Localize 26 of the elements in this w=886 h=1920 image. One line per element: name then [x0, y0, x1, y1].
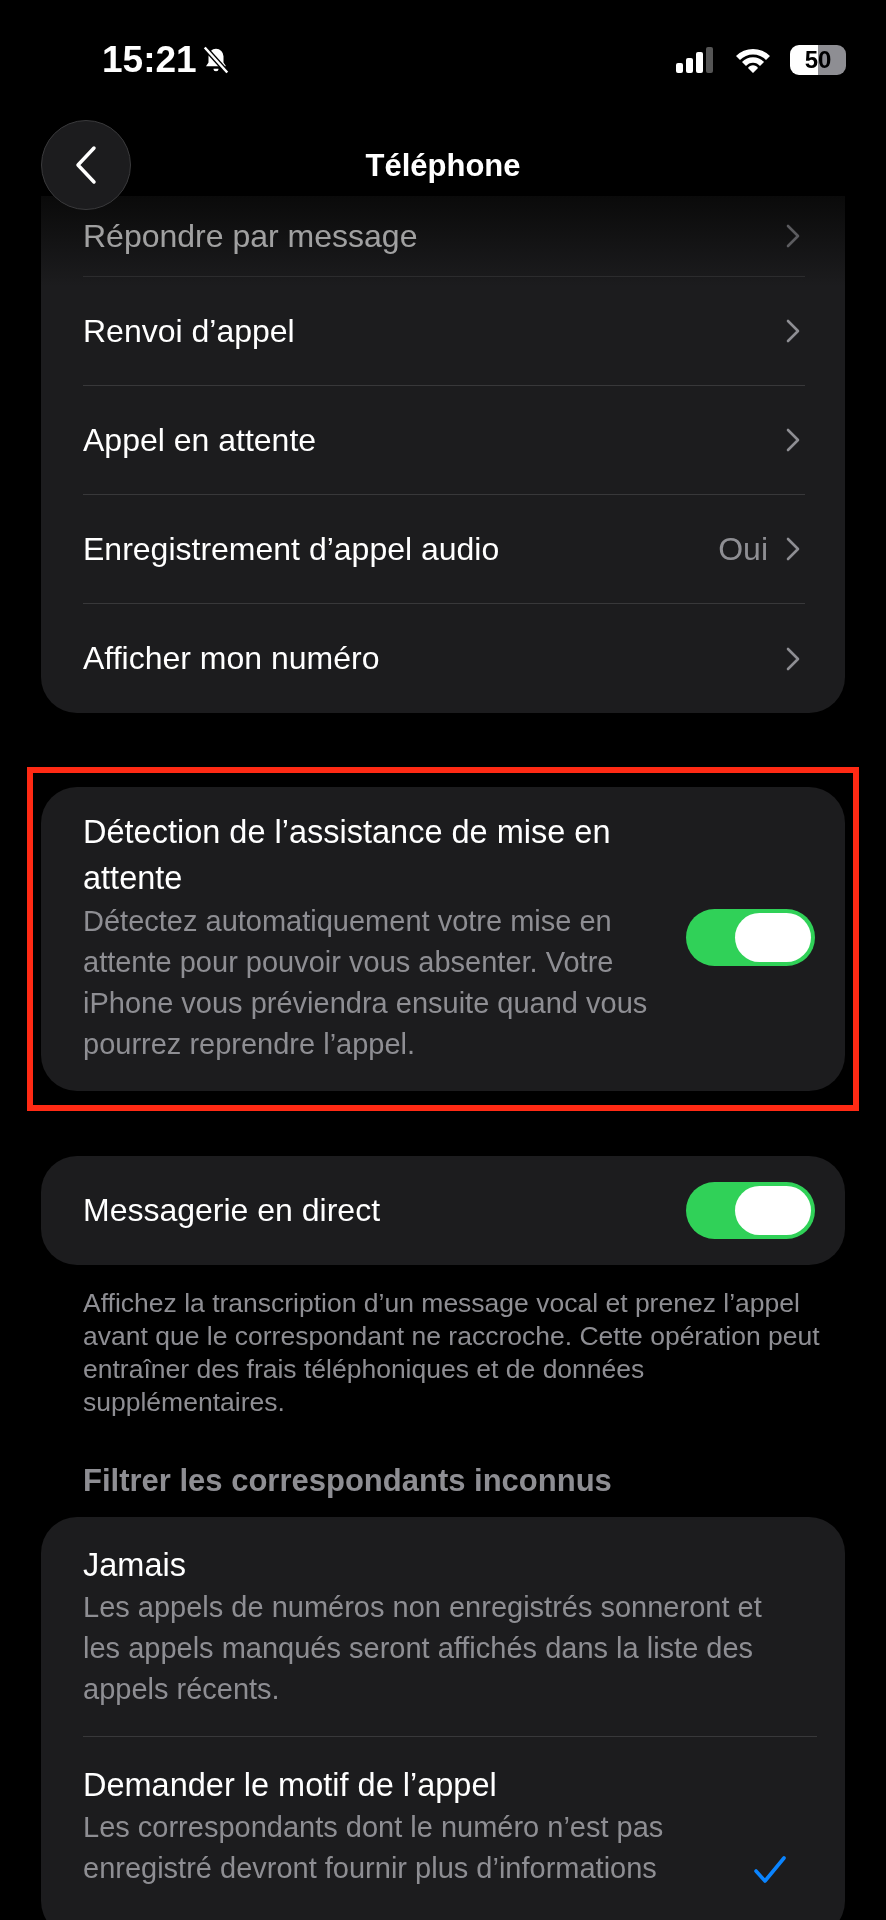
settings-row[interactable]: Répondre par message: [83, 196, 805, 277]
nav-title: Téléphone: [365, 148, 521, 184]
battery-icon: 50: [790, 45, 846, 75]
settings-row[interactable]: Renvoi d’appel: [83, 277, 805, 386]
settings-row[interactable]: Afficher mon numéro: [83, 604, 805, 713]
toggle-switch[interactable]: [686, 908, 815, 966]
settings-row[interactable]: Appel en attente: [83, 386, 805, 495]
back-chevron-icon: [74, 145, 98, 185]
setting-title: Détection de l’assistance de mise en attente: [83, 813, 612, 898]
chevron-icon: [786, 428, 800, 452]
settings-row[interactable]: Enregistrement d’appel audio Oui: [83, 495, 805, 604]
setting-description: Détectez automatiquement votre mise en attente pour pouvoir vous absenter. Votre iPhone vous préviendra ensuite quand vous pourrez reprendre l’appel.: [83, 904, 649, 1062]
section-header: Filtrer les correspondants inconnus: [83, 1463, 613, 1499]
option-row[interactable]: Demander le motif de l’appel Les correspondants dont le numéro n’est pas enregistré devront fournir plus d’informations: [83, 1737, 817, 1915]
footnote: Affichez la transcription d’un message vocal et prenez l’appel avant que le correspondant ne raccroche. Cette opération peut entraîner des frais téléphoniques et de données supplémentaires.: [83, 1287, 821, 1419]
option-row[interactable]: Jamais Les appels de numéros non enregistrés sonneront et les appels manqués seront affichés dans la liste des appels récents.: [83, 1517, 817, 1737]
chevron-icon: [786, 319, 800, 343]
bell-slash-icon: [200, 45, 231, 75]
status-time: 15:21: [102, 39, 197, 81]
wifi-icon: [734, 46, 772, 74]
toggle-switch[interactable]: [686, 1182, 815, 1239]
signal-icon: [676, 47, 716, 73]
setting-label: Messagerie en direct: [83, 1192, 382, 1229]
chevron-icon: [786, 646, 800, 671]
chevron-icon: [786, 224, 800, 248]
chevron-icon: [786, 537, 800, 561]
